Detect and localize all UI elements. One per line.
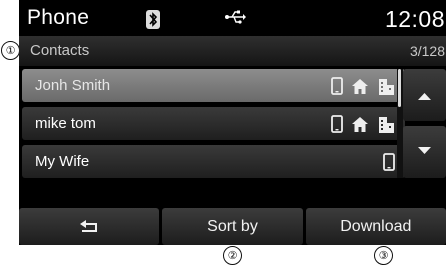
contacts-label: Contacts <box>30 42 90 59</box>
office-icon <box>379 79 394 95</box>
contact-name: Jonh Smith <box>35 77 111 94</box>
back-button[interactable] <box>19 208 160 245</box>
contacts-header: Contacts 3/128 <box>19 36 446 66</box>
callout-1: ① <box>1 41 20 60</box>
clock-time: 12:08 <box>384 6 445 32</box>
back-icon <box>80 219 98 232</box>
number-type-icons <box>331 77 395 95</box>
download-button[interactable]: Download <box>305 208 446 245</box>
bluetooth-icon <box>146 10 160 29</box>
number-type-icons <box>331 115 395 133</box>
mobile-icon <box>331 115 343 133</box>
status-bar: Phone 12:08 <box>19 0 446 36</box>
contact-list: Jonh Smith mike tom My Wife <box>22 69 405 183</box>
scroll-down-button[interactable] <box>403 126 446 178</box>
sort-by-button[interactable]: Sort by <box>162 208 303 245</box>
contact-row-jonh-smith[interactable]: Jonh Smith <box>22 69 405 102</box>
contact-name: My Wife <box>35 153 90 170</box>
scrollbar-thumb[interactable] <box>398 69 401 107</box>
mobile-icon <box>331 77 343 95</box>
usb-icon <box>224 10 246 24</box>
home-icon <box>352 78 368 94</box>
home-icon <box>352 116 368 132</box>
number-type-icons <box>383 153 395 171</box>
mobile-icon <box>383 153 395 171</box>
contact-count: 3/128 <box>409 43 445 59</box>
office-icon <box>379 117 394 133</box>
list-scroller <box>397 69 446 178</box>
callout-2: ② <box>223 246 242 265</box>
phone-screen: Phone 12:08 Contacts 3/128 Jonh Smith mi… <box>19 0 446 245</box>
bottom-bar: Sort by Download <box>19 208 446 245</box>
contact-name: mike tom <box>35 115 96 132</box>
arrow-down-icon <box>418 147 431 154</box>
screen-title: Phone <box>27 6 90 29</box>
callout-3: ③ <box>374 246 393 265</box>
scroll-up-button[interactable] <box>403 69 446 121</box>
contact-row-mike-tom[interactable]: mike tom <box>22 107 405 140</box>
contact-row-my-wife[interactable]: My Wife <box>22 145 405 178</box>
arrow-up-icon <box>418 93 431 100</box>
